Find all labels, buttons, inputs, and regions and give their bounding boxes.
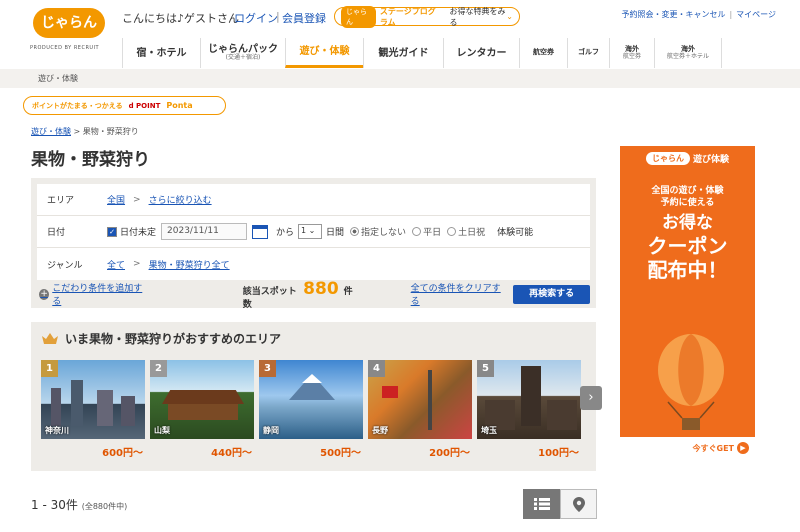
breadcrumb: 遊び・体験 > 果物・野菜狩り xyxy=(31,127,139,136)
breadcrumb-current: 果物・野菜狩り xyxy=(82,127,139,136)
days-select[interactable]: 1 ⌄ xyxy=(298,224,323,239)
top-links: 予約照会・変更・キャンセル | マイページ xyxy=(621,10,776,19)
mypage-link[interactable]: マイページ xyxy=(736,10,776,19)
area-photo: 2 山梨 xyxy=(150,360,254,439)
stage-logo: じゃらん xyxy=(341,5,376,28)
jalan-logo[interactable]: じゃらん xyxy=(33,8,105,38)
area-card-nagano[interactable]: 4 長野 200円〜 xyxy=(368,360,472,459)
ad-header: じゃらん 遊び体験 xyxy=(620,146,755,170)
area-label: エリア xyxy=(47,196,75,206)
ponta-logo: Ponta xyxy=(166,101,193,110)
experience-available-text: 体験可能 xyxy=(497,228,534,238)
date-undecided-checkbox[interactable]: ✓ xyxy=(107,226,117,237)
date-row: 日付 ✓ 日付未定 2023/11/11 から 1 ⌄ 日間 指定しない 平日 … xyxy=(37,216,590,248)
area-price: 500円〜 xyxy=(320,448,361,459)
coupon-ad-banner[interactable]: じゃらん 遊び体験 全国の遊び・体験 予約に使える お得な クーポン 配布中！ … xyxy=(620,146,755,459)
area-photo: 4 長野 xyxy=(368,360,472,439)
radio-weekday[interactable] xyxy=(412,227,422,236)
genre-label: ジャンル xyxy=(47,260,83,271)
area-card-saitama[interactable]: 5 埼玉 100円〜 xyxy=(477,360,581,459)
crown-icon xyxy=(42,332,58,344)
nav-airline[interactable]: 航空券 xyxy=(519,38,567,68)
results-range: 1 - 30件 (全880件中) xyxy=(31,498,128,512)
map-view-button[interactable] xyxy=(560,489,597,519)
search-actions: + こだわり条件を追加する 該当スポット数 880 件 全ての条件をクリアする 再… xyxy=(37,278,590,310)
area-card-kanagawa[interactable]: 1 神奈川 600円〜 xyxy=(41,360,145,459)
map-pin-icon xyxy=(572,496,585,512)
recommend-title: いま果物・野菜狩りがおすすめのエリア xyxy=(37,326,590,350)
reservation-link[interactable]: 予約照会・変更・キャンセル xyxy=(621,10,725,19)
days-suffix: 日間 xyxy=(326,228,345,238)
clear-conditions-link[interactable]: 全ての条件をクリアする xyxy=(411,281,504,307)
nav-hotel[interactable]: 宿・ホテル xyxy=(122,38,200,68)
area-price: 440円〜 xyxy=(211,448,252,459)
header-separator: | xyxy=(276,10,280,23)
points-banner[interactable]: ポイントがたまる・つかえる d POINT Ponta xyxy=(23,96,226,115)
genre-all-link[interactable]: 全て xyxy=(107,258,125,271)
search-panel: エリア 全国 > さらに絞り込む 日付 ✓ 日付未定 2023/11/11 から… xyxy=(31,178,596,310)
area-photo: 5 埼玉 xyxy=(477,360,581,439)
points-text: ポイントがたまる・つかえる xyxy=(32,101,123,110)
dpoint-logo: d POINT xyxy=(128,101,161,110)
nav-golf[interactable]: ゴルフ xyxy=(567,38,609,68)
date-input[interactable]: 2023/11/11 xyxy=(161,223,248,240)
breadcrumb-home[interactable]: 遊び・体験 xyxy=(31,127,71,136)
register-link[interactable]: 会員登録 xyxy=(282,10,326,26)
nav-activities[interactable]: 遊び・体験 xyxy=(285,38,363,68)
logo-subtitle: PRODUCED BY RECRUIT xyxy=(30,45,100,51)
area-photo: 1 神奈川 xyxy=(41,360,145,439)
area-price: 600円〜 xyxy=(102,448,143,459)
site-header: じゃらん PRODUCED BY RECRUIT こんにちは♪ゲストさん ログイ… xyxy=(0,0,800,68)
area-all-link[interactable]: 全国 xyxy=(107,193,125,206)
carousel-next-button[interactable]: › xyxy=(580,386,602,410)
area-refine-link[interactable]: さらに絞り込む xyxy=(149,193,212,206)
research-button[interactable]: 再検索する xyxy=(513,284,590,304)
add-condition-link[interactable]: + こだわり条件を追加する xyxy=(39,281,145,307)
list-view-button[interactable] xyxy=(523,489,560,519)
area-price: 200円〜 xyxy=(429,448,470,459)
recommend-areas: いま果物・野菜狩りがおすすめのエリア 1 神奈川 600円〜 2 山梨 440円… xyxy=(31,322,596,471)
nav-rentacar[interactable]: レンタカー xyxy=(443,38,519,68)
area-photo: 3 静岡 xyxy=(259,360,363,439)
page-title: 果物・野菜狩り xyxy=(31,150,150,170)
list-icon xyxy=(533,498,550,510)
view-toggle xyxy=(523,489,597,519)
from-text: から xyxy=(276,228,295,238)
stage-program-label: ステージプログラム xyxy=(379,6,436,27)
plus-icon: + xyxy=(39,288,50,300)
nav-sightseeing[interactable]: 観光ガイド xyxy=(363,38,443,68)
arrow-right-icon: ▶ xyxy=(737,442,749,454)
area-card-shizuoka[interactable]: 3 静岡 500円〜 xyxy=(259,360,363,459)
area-card-yamanashi[interactable]: 2 山梨 440円〜 xyxy=(150,360,254,459)
main-nav: 宿・ホテル じゃらんパック (交通＋宿泊) 遊び・体験 観光ガイド レンタカー 航… xyxy=(122,38,722,68)
greeting-text: こんにちは♪ゲストさん xyxy=(122,12,240,25)
balloon-icon xyxy=(658,334,724,430)
count-number: 880 xyxy=(303,278,339,299)
login-link[interactable]: ログイン xyxy=(234,10,278,26)
ad-cta[interactable]: 今すぐGET ▶ xyxy=(620,437,755,459)
stage-desc: お得な特典をみる xyxy=(449,6,506,27)
nav-overseas-hotel[interactable]: 海外 航空券＋ホテル xyxy=(654,38,722,68)
radio-weekend[interactable] xyxy=(447,227,457,236)
calendar-icon[interactable] xyxy=(252,224,269,239)
chevron-down-icon: ⌄ xyxy=(506,12,513,21)
genre-value-link[interactable]: 果物・野菜狩り全て xyxy=(149,258,230,271)
date-label: 日付 xyxy=(47,228,66,238)
date-undecided-label: 日付未定 xyxy=(120,228,157,238)
result-count: 該当スポット数 880 件 xyxy=(242,278,353,310)
stage-program-button[interactable]: じゃらん ステージプログラム お得な特典をみる ⌄ xyxy=(334,5,520,28)
nav-jalan-pack[interactable]: じゃらんパック (交通＋宿泊) xyxy=(200,38,285,68)
nav-overseas-air[interactable]: 海外 航空券 xyxy=(609,38,654,68)
area-row: エリア 全国 > さらに絞り込む xyxy=(37,184,590,216)
area-price: 100円〜 xyxy=(538,448,579,459)
genre-row: ジャンル 全て > 果物・野菜狩り全て xyxy=(37,248,590,280)
radio-unspecified[interactable] xyxy=(350,227,360,236)
sub-crumb-bar: 遊び・体験 xyxy=(0,69,800,88)
